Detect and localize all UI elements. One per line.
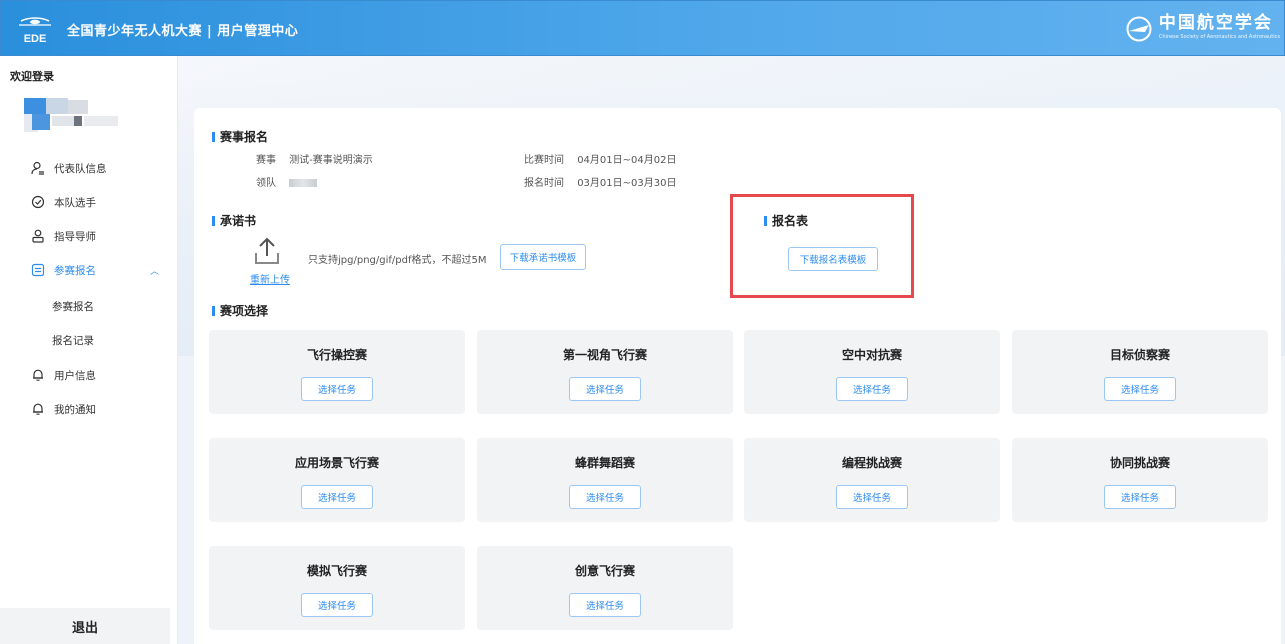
bell-icon [30,367,46,383]
leader-value-redacted [289,179,318,187]
section-marker [212,131,215,142]
event-card: 模拟飞行赛 选择任务 [209,546,465,630]
sidebar-item-notifications[interactable]: 我的通知 [30,397,96,421]
event-name: 空中对抗赛 [841,348,902,362]
event-card: 编程挑战赛 选择任务 [744,438,1000,522]
top-header: EDE 全国青少年无人机大赛 | 用户管理中心 中国航空学会 Chinese S… [0,0,1285,56]
sidebar-item-label: 本队选手 [54,196,96,209]
section-title-text: 赛事报名 [220,130,269,144]
svg-text:EDE: EDE [24,33,47,45]
select-task-button[interactable]: 选择任务 [301,593,373,617]
event-card: 创意飞行赛 选择任务 [477,546,733,630]
bell-icon [30,401,46,417]
society-emblem-icon [1126,16,1152,42]
download-commitment-template-button[interactable]: 下载承诺书模板 [500,244,586,270]
select-task-button[interactable]: 选择任务 [301,377,373,401]
section-marker [212,215,215,226]
sidebar-subitem-registration[interactable]: 参赛报名 [52,299,94,314]
signup-time-row: 报名时间 03月01日~03月30日 [524,174,676,189]
leader-label: 领队 [256,178,276,189]
event-card: 协同挑战赛 选择任务 [1012,438,1268,522]
sidebar-item-label: 用户信息 [54,369,96,382]
section-title-commitment: 承诺书 [212,212,256,229]
reupload-link[interactable]: 重新上传 [250,271,290,286]
event-name: 协同挑战赛 [1109,456,1170,470]
sidebar-item-mentors[interactable]: 指导导师 [30,224,96,248]
match-time-value: 04月01日~04月02日 [577,155,677,166]
event-card: 蜂群舞蹈赛 选择任务 [477,438,733,522]
signup-time-label: 报名时间 [524,178,564,189]
event-name: 创意飞行赛 [574,564,635,578]
users-icon [30,228,46,244]
section-title-events: 赛项选择 [212,302,268,319]
event-card: 应用场景飞行赛 选择任务 [209,438,465,522]
logout-button[interactable]: 退出 [0,608,170,644]
society-name-en: Chinese Society of Aeronautics and Astro… [1158,34,1280,40]
event-card: 第一视角飞行赛 选择任务 [477,330,733,414]
select-task-button[interactable]: 选择任务 [836,377,908,401]
society-name: 中国航空学会 [1158,13,1273,33]
event-name: 目标侦察赛 [1109,348,1170,362]
select-task-button[interactable]: 选择任务 [1104,485,1176,509]
select-task-button[interactable]: 选择任务 [1104,377,1176,401]
section-title-text: 承诺书 [220,214,257,228]
select-task-button[interactable]: 选择任务 [836,485,908,509]
select-task-button[interactable]: 选择任务 [569,485,641,509]
sidebar-item-team-players[interactable]: 本队选手 [30,190,96,214]
user-icon [30,160,46,176]
sidebar-item-registration[interactable]: 参赛报名 [30,258,96,282]
sidebar-item-label: 参赛报名 [54,264,96,277]
event-row: 赛事 测试-赛事说明演示 [256,151,373,166]
welcome-label: 欢迎登录 [10,70,54,83]
match-time-row: 比赛时间 04月01日~04月02日 [524,151,676,166]
upload-icon[interactable] [254,236,280,266]
check-circle-icon [30,194,46,210]
section-title-registration: 赛事报名 [212,128,268,145]
sidebar-item-label: 我的通知 [54,403,96,416]
leader-row: 领队 [256,174,318,189]
sidebar-subitem-registration-records[interactable]: 报名记录 [52,333,94,348]
sidebar-item-label: 代表队信息 [54,162,107,175]
event-card: 空中对抗赛 选择任务 [744,330,1000,414]
sidebar-item-team-info[interactable]: 代表队信息 [30,156,107,180]
highlight-annotation [730,194,914,298]
event-name: 第一视角飞行赛 [562,348,647,362]
event-card: 目标侦察赛 选择任务 [1012,330,1268,414]
match-time-label: 比赛时间 [524,155,564,166]
event-name: 模拟飞行赛 [306,564,367,578]
event-name: 蜂群舞蹈赛 [574,456,635,470]
section-marker [212,305,215,316]
registration-panel: 赛事报名 赛事 测试-赛事说明演示 领队 比赛时间 04月01日~04月02日 … [194,108,1281,644]
app-title: 全国青少年无人机大赛 | 用户管理中心 [67,24,299,39]
sidebar-item-label: 指导导师 [54,230,96,243]
section-title-text: 赛项选择 [220,304,269,318]
chevron-up-icon[interactable]: ︿ [150,264,159,277]
event-label: 赛事 [256,155,276,166]
upload-hint: 只支持jpg/png/gif/pdf格式，不超过5M [308,255,487,266]
avatar [24,98,118,132]
event-name: 应用场景飞行赛 [294,456,379,470]
form-icon [30,262,46,278]
select-task-button[interactable]: 选择任务 [301,485,373,509]
main-content: 赛事报名 赛事 测试-赛事说明演示 领队 比赛时间 04月01日~04月02日 … [178,56,1285,644]
society-brand: 中国航空学会 Chinese Society of Aeronautics an… [1125,13,1280,47]
event-value: 测试-赛事说明演示 [289,155,373,166]
event-card: 飞行操控赛 选择任务 [209,330,465,414]
ede-logo: EDE [15,9,55,49]
event-name: 飞行操控赛 [306,348,367,362]
sidebar-item-user-info[interactable]: 用户信息 [30,363,96,387]
select-task-button[interactable]: 选择任务 [569,377,641,401]
event-name: 编程挑战赛 [841,456,902,470]
select-task-button[interactable]: 选择任务 [569,593,641,617]
signup-time-value: 03月01日~03月30日 [577,178,677,189]
sidebar: 欢迎登录 代表队信息 本队选手 指导导师 参赛报名 ︿ 参赛报名 报名记录 用户… [0,56,178,644]
